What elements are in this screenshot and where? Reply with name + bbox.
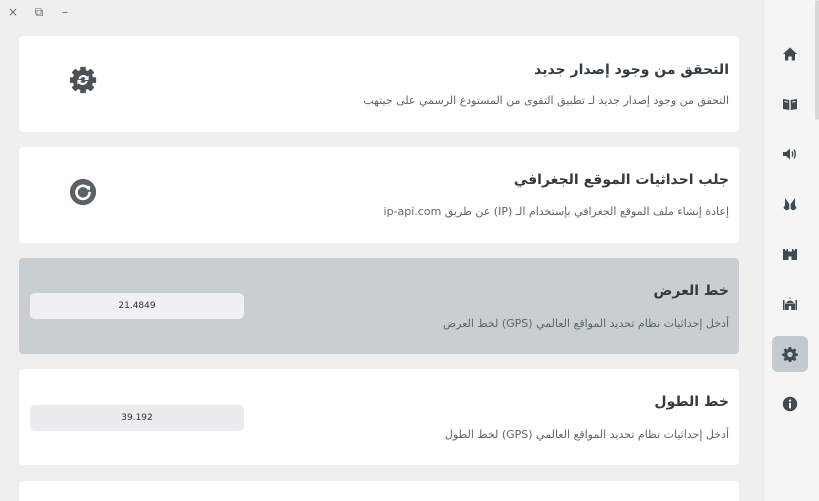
longitude-description: أدخل إحداثيات نظام تحديد المواقع العالمي…	[444, 428, 729, 441]
sidebar-item-home[interactable]	[772, 36, 808, 72]
mosque-icon	[783, 297, 797, 310]
home-icon	[783, 47, 797, 61]
info-icon	[782, 396, 798, 412]
update-check-description: التحقق من وجود إصدار جديد لـ تطبيق التقو…	[363, 94, 729, 107]
sidebar	[763, 0, 819, 501]
castle-icon	[783, 249, 797, 260]
longitude-card: خط الطول أدخل إحداثيات نظام تحديد المواق…	[19, 369, 739, 465]
sidebar-item-castle[interactable]	[772, 236, 808, 272]
sidebar-item-audio[interactable]	[772, 136, 808, 172]
next-settings-card	[19, 481, 739, 501]
sidebar-scrollbar[interactable]	[815, 0, 819, 120]
latitude-title: خط العرض	[653, 283, 729, 299]
sidebar-item-about[interactable]	[772, 386, 808, 422]
app-window: × ⧉ – التحقق من وجود إصدار جديد التحقق م…	[0, 0, 819, 501]
sidebar-item-quran[interactable]	[772, 86, 808, 122]
latitude-card: خط العرض أدخل إحداثيات نظام تحديد المواق…	[19, 258, 739, 354]
geo-fetch-title: جلب احداثيات الموقع الجغرافي	[513, 172, 729, 188]
prayer-hands-icon	[783, 198, 797, 211]
latitude-description: أدخل إحداثيات نظام تحديد المواقع العالمي…	[442, 317, 729, 330]
update-check-title: التحقق من وجود إصدار جديد	[534, 62, 729, 78]
settings-content: التحقق من وجود إصدار جديد التحقق من وجود…	[0, 0, 763, 501]
sidebar-item-duas[interactable]	[772, 186, 808, 222]
longitude-input[interactable]	[30, 405, 244, 431]
latitude-input[interactable]	[30, 293, 244, 319]
refresh-icon[interactable]	[67, 176, 99, 208]
gear-icon	[782, 347, 798, 362]
speaker-icon	[783, 148, 796, 160]
update-check-card: التحقق من وجود إصدار جديد التحقق من وجود…	[19, 36, 739, 132]
quran-book-icon	[783, 99, 797, 110]
geo-fetch-description: إعادة إنشاء ملف الموقع الجغرافي بإستخدام…	[383, 205, 729, 218]
sidebar-item-mosque[interactable]	[772, 286, 808, 322]
longitude-title: خط الطول	[654, 394, 729, 410]
update-gear-icon[interactable]	[67, 64, 99, 96]
sidebar-item-settings[interactable]	[772, 336, 808, 372]
geo-fetch-card: جلب احداثيات الموقع الجغرافي إعادة إنشاء…	[19, 147, 739, 243]
